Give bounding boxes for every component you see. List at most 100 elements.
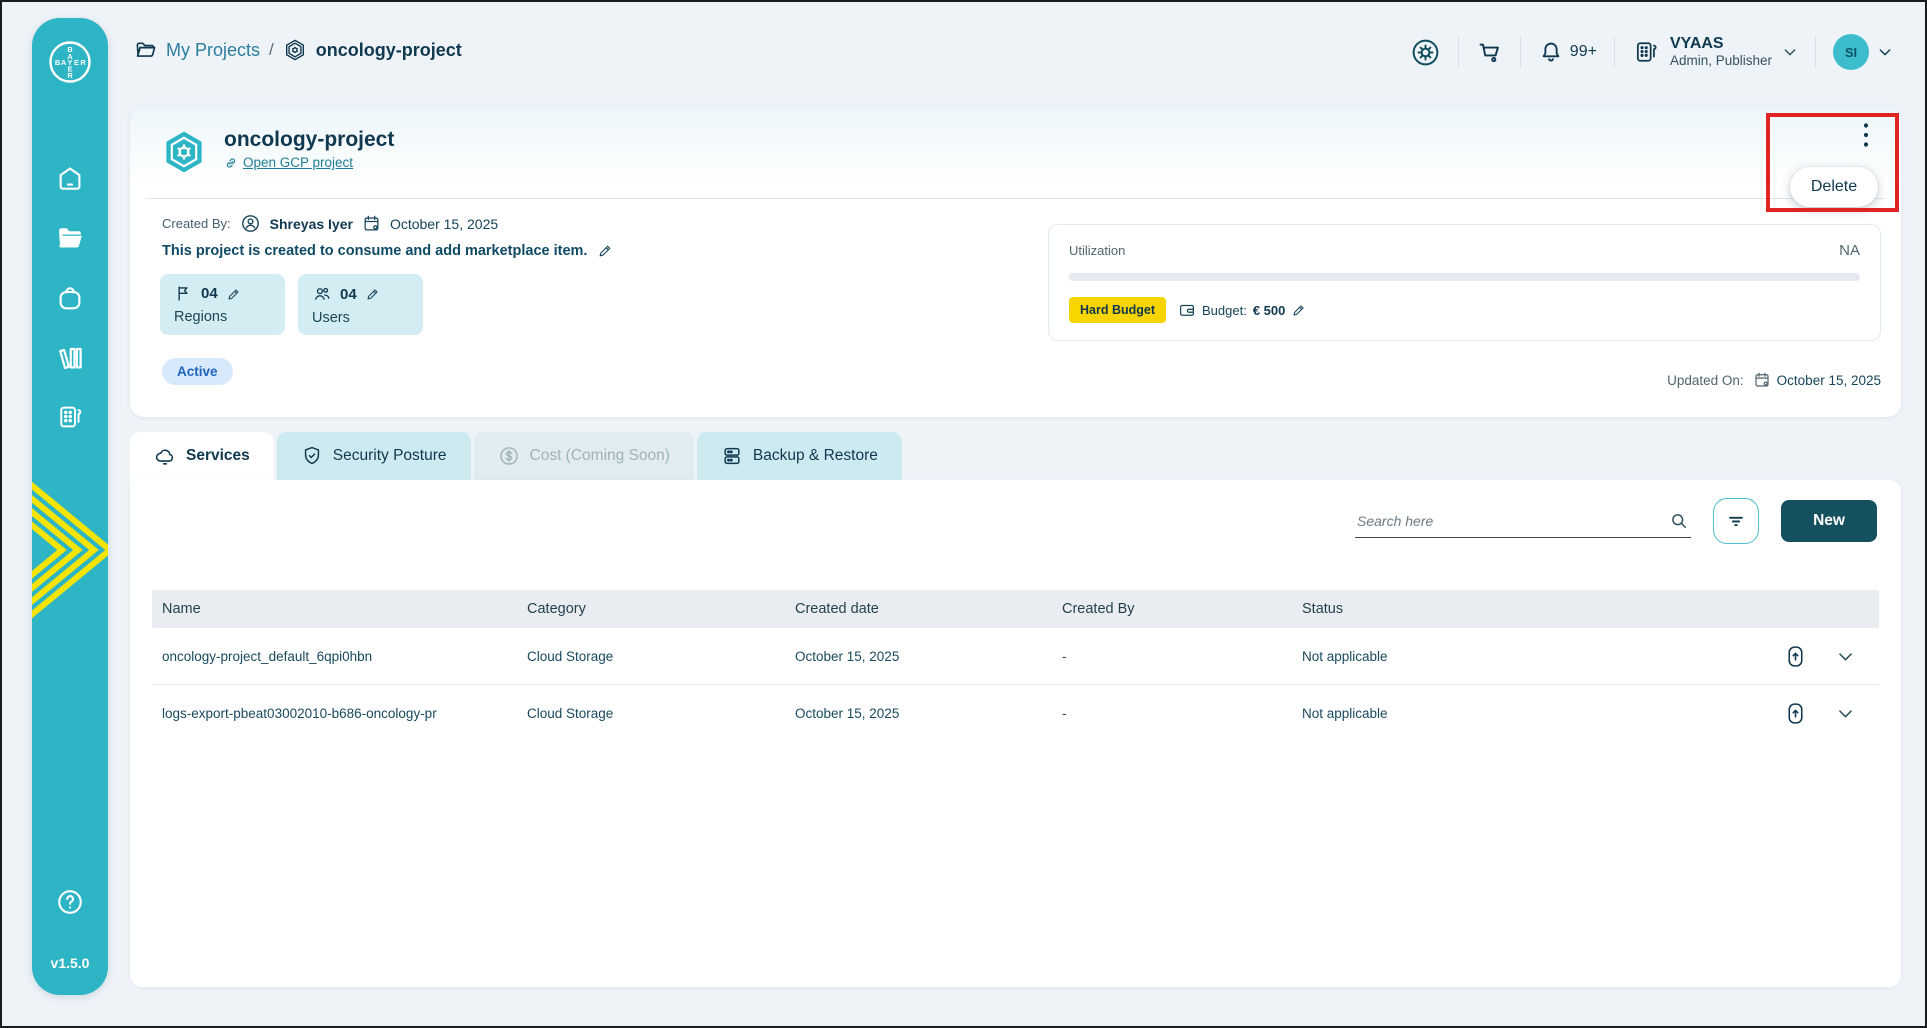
breadcrumb-current: oncology-project — [316, 40, 462, 61]
tab-security-posture[interactable]: Security Posture — [277, 432, 471, 480]
cell-category: Cloud Storage — [527, 706, 795, 721]
edit-description-pencil-icon[interactable] — [597, 242, 614, 259]
cell-created-date: October 15, 2025 — [795, 706, 1062, 721]
app-version: v1.5.0 — [32, 955, 108, 971]
notifications-button[interactable]: 99+ — [1538, 39, 1597, 65]
org-switcher[interactable]: VYAAS Admin, Publisher — [1632, 35, 1798, 69]
cell-status: Not applicable — [1302, 706, 1662, 721]
users-count: 04 — [340, 286, 357, 303]
header-divider — [1815, 37, 1816, 67]
breadcrumb-separator: / — [269, 40, 274, 60]
breadcrumb: My Projects / oncology-project — [134, 38, 462, 62]
new-button[interactable]: New — [1781, 500, 1877, 542]
sidebar-item-projects[interactable] — [55, 223, 85, 253]
header-divider — [1458, 37, 1459, 67]
utilization-value: NA — [1839, 242, 1860, 259]
bayer-logo: BA BAYER ER — [48, 40, 92, 84]
calendar-icon — [1753, 371, 1771, 389]
sidebar-item-marketplace[interactable] — [55, 283, 85, 313]
user-menu[interactable]: SI — [1833, 34, 1893, 70]
card-divider — [146, 198, 1885, 199]
avatar: SI — [1833, 34, 1869, 70]
cell-status: Not applicable — [1302, 649, 1662, 664]
services-panel: New Name Category Created date Created B… — [130, 480, 1901, 987]
project-hexagon-icon — [283, 38, 307, 62]
col-name: Name — [162, 601, 527, 617]
notification-count: 99+ — [1570, 43, 1597, 61]
tab-bar: Services Security Posture Cost (Coming S… — [130, 432, 902, 480]
breadcrumb-my-projects[interactable]: My Projects — [166, 40, 260, 61]
created-by-name: Shreyas Iyer — [270, 216, 353, 232]
col-created-by: Created By — [1062, 601, 1302, 617]
project-menu-kebab-icon[interactable] — [1854, 118, 1878, 152]
sidebar-item-organization[interactable] — [55, 402, 85, 432]
project-card: oncology-project Open GCP project Create… — [130, 106, 1901, 417]
row-expand-chevron-icon[interactable] — [1836, 647, 1855, 666]
filter-button[interactable] — [1713, 498, 1759, 544]
sidebar-item-home[interactable] — [55, 164, 85, 194]
header-actions: 99+ VYAAS Admin, Publisher SI — [1410, 30, 1893, 74]
updated-date: October 15, 2025 — [1777, 373, 1881, 388]
cell-category: Cloud Storage — [527, 649, 795, 664]
cloud-icon — [154, 445, 176, 467]
svg-text:R: R — [67, 71, 73, 80]
project-hexagon-badge — [160, 128, 208, 176]
table-row: logs-export-pbeat03002010-b686-oncology-… — [152, 685, 1879, 742]
regions-label: Regions — [174, 309, 271, 325]
chevron-down-icon — [1877, 44, 1893, 60]
table-row: oncology-project_default_6qpi0hbn Cloud … — [152, 628, 1879, 685]
export-upload-icon[interactable] — [1783, 644, 1808, 669]
col-created-date: Created date — [795, 601, 1062, 617]
budget-type-badge: Hard Budget — [1069, 297, 1166, 323]
created-by-label: Created By: — [162, 216, 231, 231]
cell-created-by: - — [1062, 706, 1302, 721]
regions-chip: 04 Regions — [160, 274, 285, 335]
created-by-row: Created By: Shreyas Iyer October 15, 202… — [162, 213, 498, 234]
col-category: Category — [527, 601, 795, 617]
project-title: oncology-project — [224, 128, 394, 152]
header-divider — [1520, 37, 1521, 67]
tab-services[interactable]: Services — [130, 432, 274, 480]
edit-regions-pencil-icon[interactable] — [226, 286, 242, 302]
cell-created-date: October 15, 2025 — [795, 649, 1062, 664]
chevron-down-icon — [1782, 44, 1798, 60]
open-gcp-project-link[interactable]: Open GCP project — [224, 155, 394, 170]
org-role: Admin, Publisher — [1670, 53, 1772, 69]
sidebar: BA BAYER ER — [32, 18, 108, 995]
users-chip: 04 Users — [298, 274, 423, 335]
edit-users-pencil-icon[interactable] — [365, 286, 381, 302]
delete-menu-item[interactable]: Delete — [1790, 167, 1878, 207]
utilization-progress-bar — [1069, 273, 1860, 281]
export-upload-icon[interactable] — [1783, 701, 1808, 726]
filter-icon — [1725, 510, 1747, 532]
project-description: This project is created to consume and a… — [162, 243, 587, 259]
services-table: Name Category Created date Created By St… — [152, 590, 1879, 742]
users-label: Users — [312, 310, 409, 326]
budget-amount: € 500 — [1253, 303, 1286, 318]
project-description-row: This project is created to consume and a… — [162, 242, 614, 259]
edit-budget-pencil-icon[interactable] — [1291, 302, 1307, 318]
organization-icon — [1632, 38, 1660, 66]
header-divider — [1614, 37, 1615, 67]
flag-icon — [174, 284, 193, 303]
status-badge: Active — [162, 358, 233, 385]
search-input[interactable] — [1357, 513, 1669, 529]
dollar-circle-icon — [498, 445, 520, 467]
updated-on-label: Updated On: — [1667, 373, 1744, 388]
server-stack-icon — [721, 445, 743, 467]
users-icon — [312, 284, 332, 304]
person-circle-icon — [240, 213, 261, 234]
wallet-icon — [1178, 301, 1196, 319]
calendar-icon — [362, 214, 381, 233]
settings-gear-icon[interactable] — [1410, 37, 1441, 68]
cart-icon[interactable] — [1476, 39, 1503, 66]
budget-label: Budget: — [1202, 303, 1247, 318]
bell-icon — [1538, 39, 1564, 65]
utilization-label: Utilization — [1069, 243, 1125, 258]
shield-check-icon — [301, 445, 323, 467]
row-expand-chevron-icon[interactable] — [1836, 704, 1855, 723]
svg-text:A: A — [61, 58, 67, 67]
tab-backup-restore[interactable]: Backup & Restore — [697, 432, 902, 480]
sidebar-item-library[interactable] — [55, 343, 85, 373]
help-icon[interactable] — [55, 887, 85, 917]
